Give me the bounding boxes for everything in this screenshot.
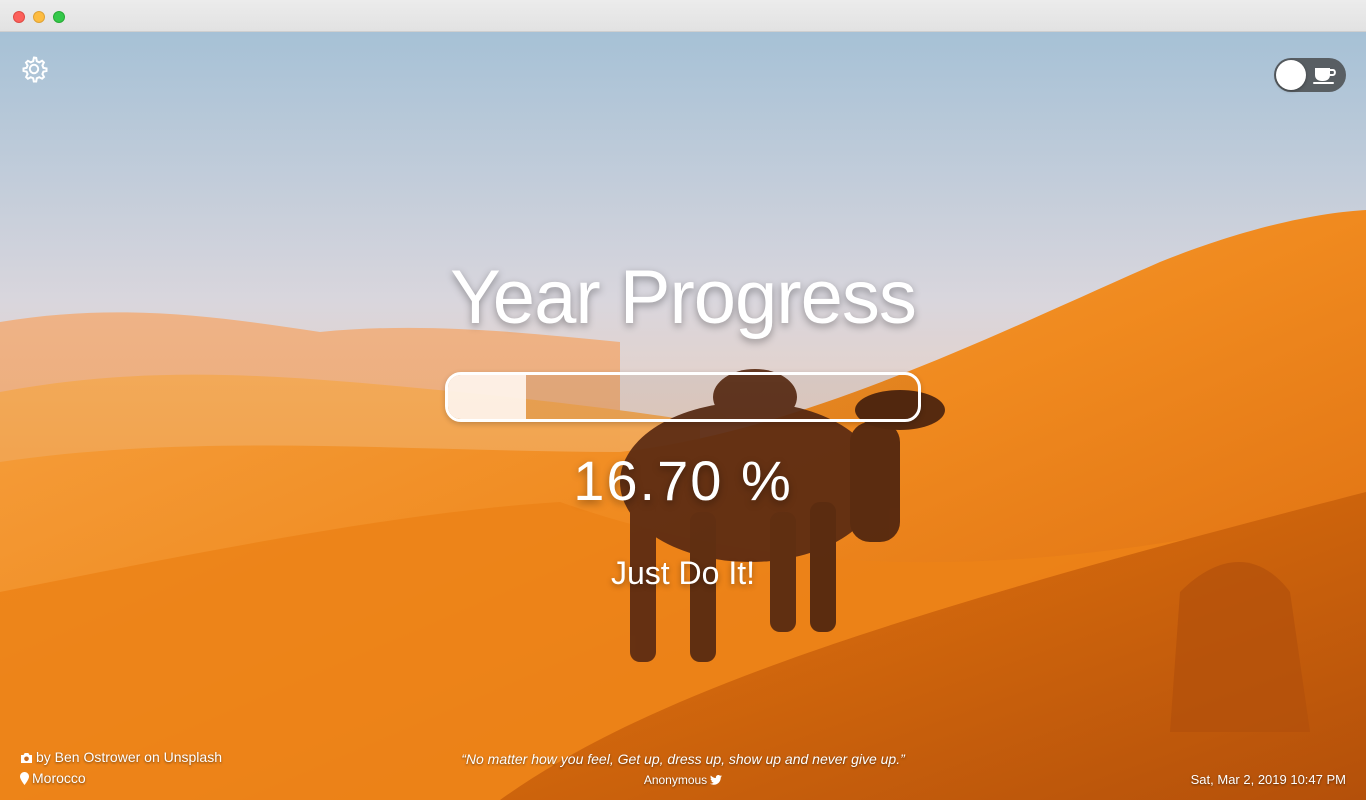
progress-percent: 16.70 % bbox=[573, 449, 793, 512]
page-title: Year Progress bbox=[450, 255, 917, 340]
year-progress-bar bbox=[445, 372, 921, 422]
twitter-share-icon[interactable] bbox=[710, 775, 723, 785]
quote-author: Anonymous bbox=[0, 773, 1366, 787]
current-datetime: Sat, Mar 2, 2019 10:47 PM bbox=[1190, 772, 1346, 787]
quote-author-label: Anonymous bbox=[643, 773, 708, 787]
minimize-window-button[interactable] bbox=[33, 11, 45, 23]
coffee-cup-icon bbox=[1313, 68, 1336, 84]
maximize-window-button[interactable] bbox=[53, 11, 65, 23]
close-window-button[interactable] bbox=[13, 11, 25, 23]
settings-button[interactable] bbox=[20, 55, 48, 83]
gear-icon bbox=[22, 56, 48, 83]
app-window: Year Progress 16.70 % Just Do It! by Ben… bbox=[0, 0, 1366, 800]
motto-text: Just Do It! bbox=[610, 555, 756, 591]
focus-mode-toggle[interactable] bbox=[1274, 58, 1346, 92]
toggle-knob bbox=[1276, 60, 1306, 90]
year-progress-fill bbox=[448, 375, 527, 419]
background-scene: Year Progress 16.70 % Just Do It! by Ben… bbox=[0, 32, 1366, 800]
title-bar bbox=[0, 0, 1366, 32]
quote-text: “No matter how you feel, Get up, dress u… bbox=[461, 751, 905, 767]
